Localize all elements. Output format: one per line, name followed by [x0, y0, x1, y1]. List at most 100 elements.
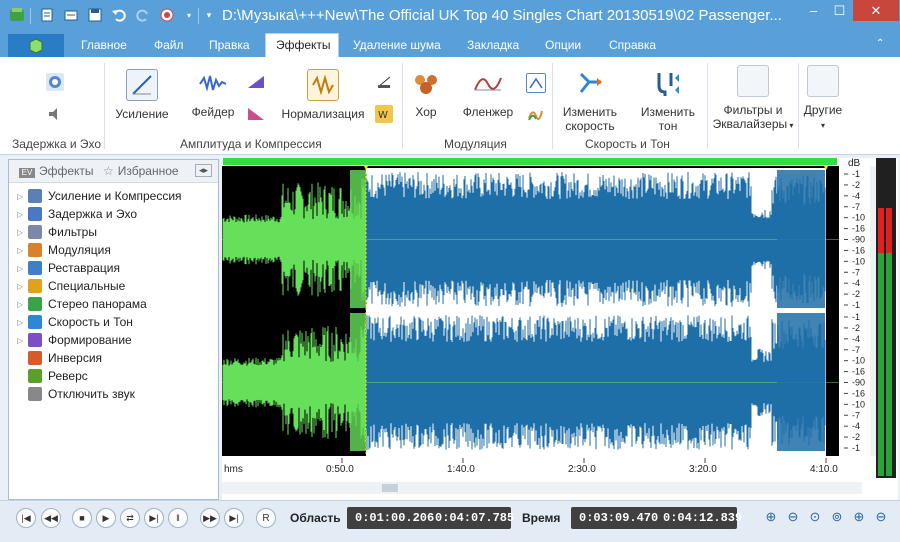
fade-in-icon[interactable] [247, 73, 265, 91]
tab-home[interactable]: Главное [81, 38, 127, 52]
redo-icon[interactable] [134, 6, 152, 24]
waveform-editor[interactable]: hms 0:50.0 1:40.0 2:30.0 3:20.0 4:10.0 dB -1 -2-… [222, 158, 898, 500]
effects-tree-item[interactable]: ▷ Формирование [17, 331, 132, 349]
effects-tree-item[interactable]: ▷ Модуляция [17, 241, 111, 259]
expand-arrow-icon[interactable]: ▷ [17, 282, 26, 291]
limiter-icon[interactable]: W [375, 105, 393, 123]
go-start-icon[interactable]: |◀ [16, 508, 36, 528]
app-icon[interactable] [8, 6, 26, 24]
zoom-out-vertical-icon[interactable]: ⊖ [872, 507, 890, 527]
undo-icon[interactable] [110, 6, 128, 24]
flanger-button[interactable]: Фленжер [458, 69, 518, 119]
collapse-ribbon-icon[interactable]: ⌃ [876, 38, 884, 49]
close-button[interactable]: ✕ [853, 0, 899, 21]
region-start[interactable]: 0:01:00.206 [355, 511, 434, 525]
time-tick-label: 0:50.0 [326, 464, 354, 475]
title-bar: ▾ ▾ D:\Музыка\+++New\The Official UK Top… [0, 0, 900, 31]
effects-tree-item[interactable]: ▷ Стерео панорама [17, 295, 147, 313]
expand-arrow-icon[interactable]: ▷ [17, 264, 26, 273]
zoom-fit-icon[interactable]: ⊚ [828, 507, 846, 527]
forward-icon[interactable]: ▶▶ [200, 508, 220, 528]
selected-dense-area [777, 170, 825, 308]
other-icon [807, 65, 839, 97]
other-button[interactable]: Другие ▾ [802, 65, 844, 133]
zoom-out-icon[interactable]: ⊖ [784, 507, 802, 527]
waveform-view[interactable]: hms 0:50.0 1:40.0 2:30.0 3:20.0 4:10.0dB-1-2-… [222, 158, 898, 500]
panel-nav-icon[interactable]: ◂▸ [195, 164, 213, 177]
customize-icon[interactable]: ▾ [200, 6, 218, 24]
zoom-in-vertical-icon[interactable]: ⊕ [850, 507, 868, 527]
db-tick-label: -7 [852, 202, 860, 212]
zoom-selection-icon[interactable]: ⊙ [806, 507, 824, 527]
expand-arrow-icon[interactable]: ▷ [17, 336, 26, 345]
gain-button[interactable]: Усиление [111, 69, 173, 121]
chorus-button[interactable]: Хор [408, 69, 444, 119]
effects-tree-item[interactable]: ▷ Специальные [17, 277, 125, 295]
expand-arrow-icon[interactable]: ▷ [17, 318, 26, 327]
delay-icon[interactable] [46, 105, 64, 123]
effects-tree-label: Задержка и Эхо [48, 207, 138, 221]
effects-tree-item[interactable]: ▷ Фильтры [17, 223, 97, 241]
record-icon[interactable] [158, 6, 176, 24]
tab-favorites[interactable]: ☆ Избранное [103, 164, 179, 178]
change-pitch-button[interactable]: Изменить тон [636, 69, 700, 133]
tab-noise-removal[interactable]: Удаление шума [353, 38, 441, 52]
effects-tree-item[interactable]: ▷ Усиление и Компрессия [17, 187, 182, 205]
expand-arrow-icon[interactable]: ▷ [17, 192, 26, 201]
filters-eq-button[interactable]: Фильтры и Эквалайзеры ▾ [710, 65, 796, 133]
change-speed-button[interactable]: Изменить скорость [558, 69, 622, 133]
time-display[interactable]: 0:03:09.470 0:04:12.839 [571, 507, 742, 529]
stop-icon[interactable]: ■ [72, 508, 92, 528]
zoom-in-icon[interactable]: ⊕ [762, 507, 780, 527]
echo-icon[interactable] [46, 73, 64, 91]
go-end-icon[interactable]: ▶| [224, 508, 244, 528]
maximize-button[interactable]: ☐ [826, 0, 853, 21]
level-meter-peak [886, 208, 892, 253]
save-icon[interactable] [86, 6, 104, 24]
app-menu-button[interactable] [8, 34, 64, 57]
tab-options[interactable]: Опции [545, 38, 581, 52]
effects-tree-item[interactable]: ▷ Скорость и Тон [17, 313, 133, 331]
effects-tree-item[interactable]: Инверсия [17, 349, 102, 367]
filters-label-2: Эквалайзеры [712, 117, 788, 131]
effects-tree-item[interactable]: ▷ Задержка и Эхо [17, 205, 137, 223]
region-end[interactable]: 0:04:07.785 [435, 511, 514, 525]
tab-effects-list[interactable]: EV Эффекты [19, 164, 94, 178]
fader-button[interactable]: Фейдер [188, 69, 238, 119]
db-tick-label: -16 [852, 367, 865, 377]
normalize-button[interactable]: Нормализация [280, 69, 366, 121]
effects-tree-label: Стерео панорама [48, 297, 147, 311]
fade-out-icon[interactable] [247, 105, 265, 123]
time-tick-label: 1:40.0 [447, 464, 475, 475]
expand-arrow-icon[interactable]: ▷ [17, 246, 26, 255]
rewind-icon[interactable]: ◀◀ [41, 508, 61, 528]
tab-effects[interactable]: Эффекты [265, 33, 339, 57]
pause-icon[interactable]: ‖ [168, 508, 188, 528]
play-selection-icon[interactable]: ▶| [144, 508, 164, 528]
expand-arrow-icon[interactable]: ▷ [17, 210, 26, 219]
other-label: Другие [803, 103, 843, 117]
new-file-icon[interactable] [38, 6, 56, 24]
effects-tree-item[interactable]: ▷ Реставрация [17, 259, 120, 277]
open-file-icon[interactable] [62, 6, 80, 24]
fader-label: Фейдер [191, 105, 235, 119]
phaser-icon[interactable] [526, 73, 546, 93]
loop-icon[interactable]: ⇄ [120, 508, 140, 528]
pitch-label-1: Изменить [640, 105, 696, 119]
expand-arrow-icon[interactable]: ▷ [17, 300, 26, 309]
region-display[interactable]: 0:01:00.206 0:04:07.785 [347, 507, 514, 529]
expand-arrow-icon[interactable]: ▷ [17, 228, 26, 237]
tab-file[interactable]: Файл [154, 38, 184, 52]
effects-tree-item[interactable]: Реверс [17, 367, 88, 385]
vibrato-icon[interactable] [526, 105, 544, 123]
dropdown-icon[interactable]: ▾ [180, 6, 198, 24]
record-button[interactable]: R [256, 508, 276, 528]
minimize-button[interactable]: – [800, 0, 827, 21]
unselected-dense-area [350, 313, 366, 451]
compressor-icon[interactable] [375, 73, 393, 91]
effects-tree-item[interactable]: Отключить звук [17, 385, 135, 403]
tab-help[interactable]: Справка [609, 38, 656, 52]
play-icon[interactable]: ▶ [96, 508, 116, 528]
tab-edit[interactable]: Правка [209, 38, 250, 52]
tab-bookmarks[interactable]: Закладка [467, 38, 519, 52]
